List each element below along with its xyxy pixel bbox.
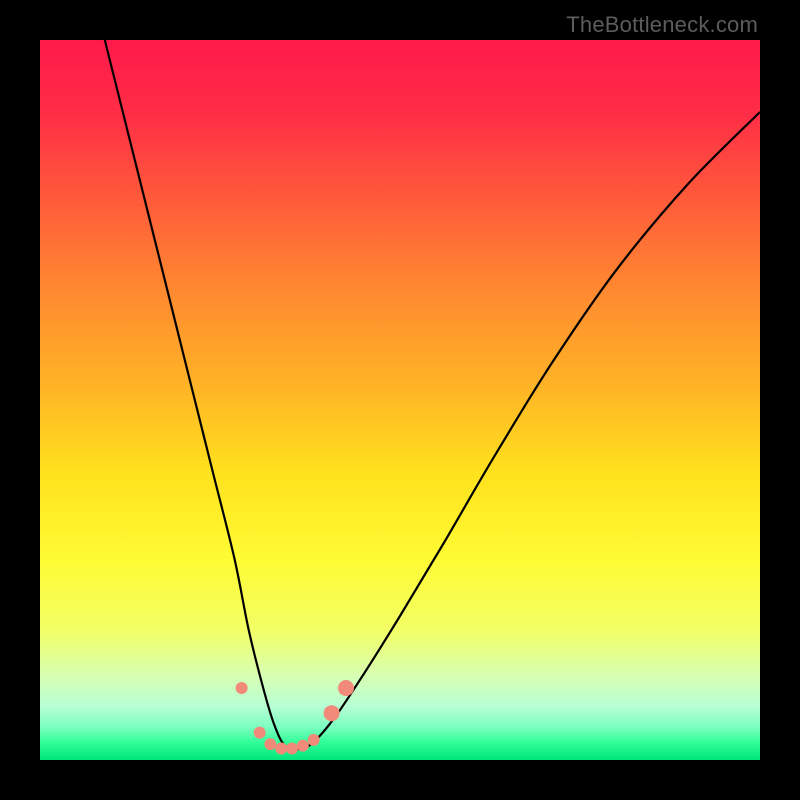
bottleneck-curve xyxy=(105,40,760,749)
curve-marker-dot xyxy=(275,742,287,754)
curve-marker-dot xyxy=(286,742,298,754)
curve-layer xyxy=(40,40,760,760)
curve-marker-dot xyxy=(338,680,354,696)
curve-marker-dot xyxy=(297,740,309,752)
curve-marker-dot xyxy=(264,738,276,750)
curve-marker-dot xyxy=(308,734,320,746)
curve-marker-dot xyxy=(254,727,266,739)
watermark-text: TheBottleneck.com xyxy=(566,12,758,38)
curve-markers xyxy=(236,680,354,754)
chart-frame: TheBottleneck.com xyxy=(0,0,800,800)
plot-area xyxy=(40,40,760,760)
curve-marker-dot xyxy=(324,705,340,721)
curve-marker-dot xyxy=(236,682,248,694)
